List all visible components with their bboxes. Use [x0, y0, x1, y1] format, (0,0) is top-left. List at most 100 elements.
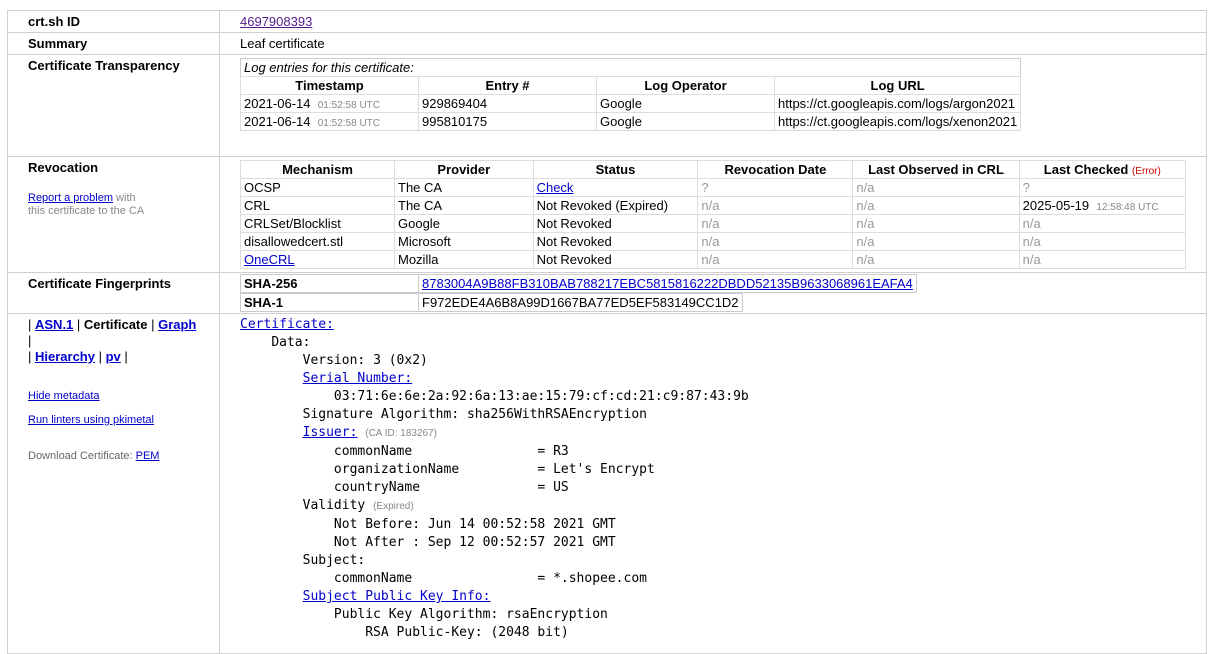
issuer-caid: (CA ID: 183267) [365, 428, 437, 439]
rev-header-date: Revocation Date [697, 160, 854, 179]
ct-url: https://ct.googleapis.com/logs/argon2021 [773, 94, 1022, 113]
ct-log-table: Log entries for this certificate: Timest… [240, 58, 1022, 131]
serial-number-link[interactable]: Serial Number: [303, 371, 413, 386]
table-row: CRL The CA Not Revoked (Expired) n/a n/a… [240, 196, 1187, 215]
serial-number: 03:71:6e:6e:2a:92:6a:13:ae:15:79:cf:cd:2… [333, 389, 749, 404]
certificate-link[interactable]: Certificate: [240, 317, 334, 332]
run-linters-link[interactable]: Run linters using pkimetal [28, 414, 154, 426]
onecrl-link[interactable]: OneCRL [244, 252, 295, 267]
rev-date: n/a [697, 250, 854, 269]
ct-header-operator: Log Operator [596, 76, 775, 95]
ocsp-check-link[interactable]: Check [537, 180, 574, 195]
rev-checked: 2025-05-19 [1022, 198, 1090, 213]
rev-status: Not Revoked (Expired) [532, 196, 699, 215]
sha256-label: SHA-256 [240, 274, 419, 293]
rev-status: Not Revoked [532, 214, 699, 233]
hide-metadata-link[interactable]: Hide metadata [28, 390, 100, 402]
rev-date: n/a [697, 196, 854, 215]
subject: Subject: [302, 553, 366, 568]
sha1-label: SHA-1 [240, 293, 419, 312]
rev-date: n/a [697, 232, 854, 251]
certificate-text: Certificate: Data: Version: 3 (0x2) Seri… [219, 313, 1207, 654]
sha256-fingerprint: SHA-256 8783004A9B88FB310BAB788217EBC581… [240, 274, 917, 293]
ct-label: Certificate Transparency [7, 54, 220, 157]
ct-caption: Log entries for this certificate: [244, 60, 414, 75]
rev-observed: n/a [852, 232, 1020, 251]
sha1-fingerprint: SHA-1 F972EDE4A6B8A99D1667BA77ED5EF58314… [240, 293, 743, 312]
ct-time: 01:52:58 UTC [317, 100, 380, 111]
issuer-link[interactable]: Issuer: [303, 425, 358, 440]
rev-checked: n/a [1018, 232, 1187, 251]
validity: Validity [302, 498, 366, 513]
rev-observed: n/a [852, 196, 1020, 215]
table-row: 2021-06-14 01:52:58 UTC 995810175 Google… [240, 112, 1022, 131]
ct-time: 01:52:58 UTC [317, 118, 380, 129]
report-problem-link[interactable]: Report a problem [28, 192, 113, 204]
rev-observed: n/a [852, 178, 1020, 197]
ct-date: 2021-06-14 [244, 114, 311, 129]
ct-date: 2021-06-14 [244, 96, 311, 111]
table-row: 2021-06-14 01:52:58 UTC 929869404 Google… [240, 94, 1022, 113]
sha1-value: F972EDE4A6B8A99D1667BA77ED5EF583149CC1D2 [418, 293, 743, 312]
crtsh-id-link[interactable]: 4697908393 [240, 14, 312, 29]
table-row: OCSP The CA Check ? n/a ? [240, 178, 1187, 197]
issuer-o: organizationName = Let's Encrypt [333, 462, 655, 477]
rev-status: Not Revoked [532, 250, 699, 269]
hierarchy-link[interactable]: Hierarchy [35, 349, 95, 364]
signature-algorithm: Signature Algorithm: sha256WithRSAEncryp… [302, 407, 647, 422]
subject-cn: commonName = *.shopee.com [333, 571, 647, 586]
rev-mechanism: OCSP [240, 178, 395, 197]
revocation-table: Mechanism Provider Status Revocation Dat… [240, 160, 1187, 269]
ct-header-entry: Entry # [418, 76, 597, 95]
crtsh-id-label: crt.sh ID [7, 10, 220, 33]
error-label: (Error) [1131, 166, 1161, 177]
cert-data: Data: [271, 335, 311, 350]
ct-header-timestamp: Timestamp [240, 76, 419, 95]
rev-checked-time: 12:58:48 UTC [1096, 202, 1159, 213]
rev-provider: The CA [394, 196, 534, 215]
rev-header-status: Status [532, 160, 699, 179]
rev-header-checked: Last Checked (Error) [1018, 160, 1187, 179]
download-label: Download Certificate: [28, 450, 136, 462]
summary-value: Leaf certificate [219, 32, 1207, 55]
sha256-link[interactable]: 8783004A9B88FB310BAB788217EBC5815816222D… [422, 276, 913, 291]
rev-provider: Google [394, 214, 534, 233]
issuer-cn: commonName = R3 [333, 444, 569, 459]
fingerprints-label: Certificate Fingerprints [7, 272, 220, 314]
pem-link[interactable]: PEM [136, 450, 160, 462]
rev-header-observed: Last Observed in CRL [852, 160, 1020, 179]
ct-header-url: Log URL [773, 76, 1022, 95]
rev-header-provider: Provider [394, 160, 534, 179]
rev-provider: The CA [394, 178, 534, 197]
certificate-details-table: crt.sh ID 4697908393 Summary Leaf certif… [7, 10, 1207, 654]
rev-observed: n/a [852, 214, 1020, 233]
pv-link[interactable]: pv [106, 349, 121, 364]
spki-link[interactable]: Subject Public Key Info: [303, 589, 491, 604]
validity-note: (Expired) [373, 501, 414, 512]
rev-checked: n/a [1018, 214, 1187, 233]
summary-label: Summary [7, 32, 220, 55]
cert-version: Version: 3 (0x2) [302, 353, 428, 368]
rev-status: Not Revoked [532, 232, 699, 251]
ct-entry: 995810175 [418, 112, 597, 131]
asn1-link[interactable]: ASN.1 [35, 317, 73, 332]
ct-entry: 929869404 [418, 94, 597, 113]
graph-link[interactable]: Graph [158, 317, 196, 332]
rev-mechanism: CRL [240, 196, 395, 215]
ct-operator: Google [596, 94, 775, 113]
public-key-algorithm: Public Key Algorithm: rsaEncryption [333, 607, 608, 622]
revocation-label: Revocation [28, 160, 99, 175]
rev-date: n/a [697, 214, 854, 233]
table-row: OneCRL Mozilla Not Revoked n/a n/a n/a [240, 250, 1187, 269]
rev-checked: ? [1018, 178, 1187, 197]
rsa-public-key: RSA Public-Key: (2048 bit) [365, 625, 569, 640]
table-row: CRLSet/Blocklist Google Not Revoked n/a … [240, 214, 1187, 233]
certificate-current: Certificate [83, 317, 148, 332]
ct-operator: Google [596, 112, 775, 131]
rev-provider: Mozilla [394, 250, 534, 269]
not-before: Not Before: Jun 14 00:52:58 2021 GMT [333, 517, 616, 532]
report-text: with [113, 192, 136, 204]
rev-mechanism: disallowedcert.stl [240, 232, 395, 251]
rev-checked: n/a [1018, 250, 1187, 269]
not-after: Not After : Sep 12 00:52:57 2021 GMT [333, 535, 616, 550]
